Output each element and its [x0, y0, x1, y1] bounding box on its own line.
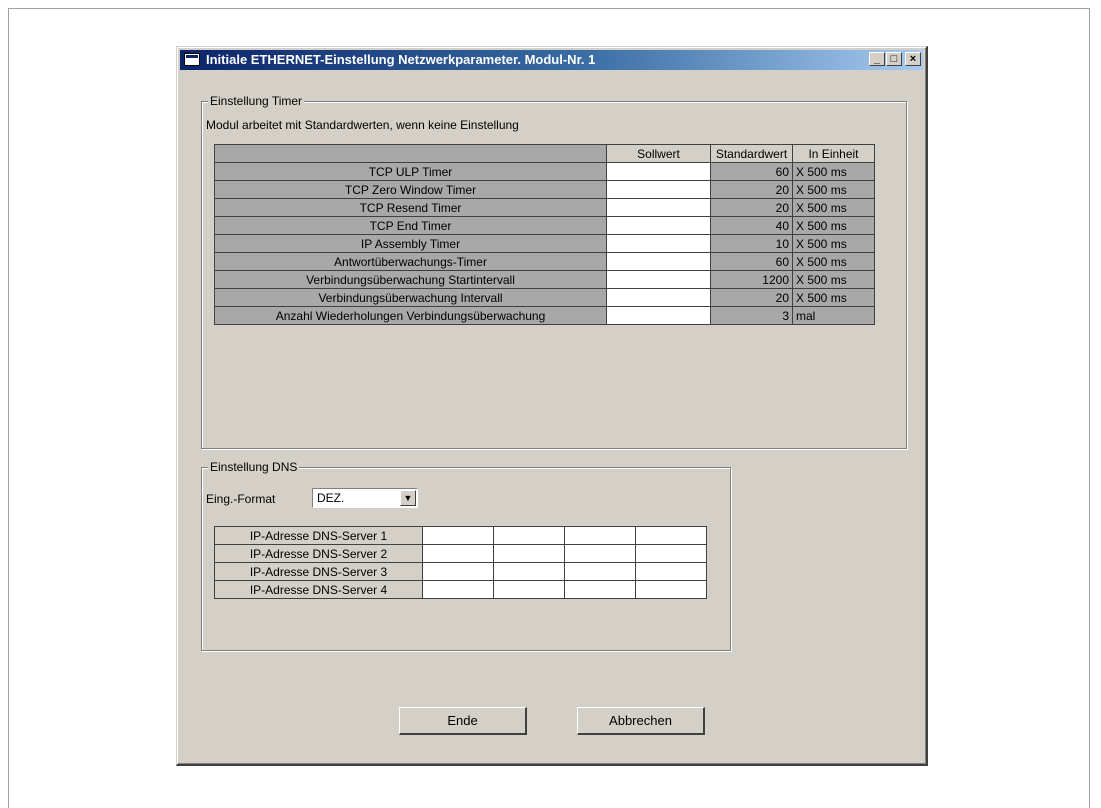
table-row: TCP Zero Window Timer 20 X 500 ms — [214, 180, 875, 199]
dns2-octet-4[interactable] — [635, 544, 707, 563]
end-button[interactable]: Ende — [399, 707, 527, 735]
window-icon — [184, 53, 200, 66]
setpoint-input-tcp-end[interactable] — [606, 216, 711, 235]
unit-value: X 500 ms — [792, 180, 875, 199]
dns2-octet-2[interactable] — [493, 544, 565, 563]
row-label: IP Assembly Timer — [214, 234, 607, 253]
dns4-octet-2[interactable] — [493, 580, 565, 599]
table-row: TCP End Timer 40 X 500 ms — [214, 216, 875, 235]
minimize-button[interactable]: _ — [869, 52, 885, 66]
dns-server-label: IP-Adresse DNS-Server 1 — [214, 526, 423, 545]
input-format-select[interactable]: DEZ. ▼ — [312, 488, 418, 508]
default-value: 20 — [710, 288, 793, 307]
table-row: IP-Adresse DNS-Server 3 — [214, 562, 707, 581]
table-row: IP-Adresse DNS-Server 1 — [214, 526, 707, 545]
table-row: IP Assembly Timer 10 X 500 ms — [214, 234, 875, 253]
input-format-value: DEZ. — [317, 491, 345, 505]
row-label: Verbindungsüberwachung Startintervall — [214, 270, 607, 289]
title-bar[interactable]: Initiale ETHERNET-Einstellung Netzwerkpa… — [180, 50, 923, 70]
default-values-note: Modul arbeitet mit Standardwerten, wenn … — [206, 118, 519, 132]
cancel-button[interactable]: Abbrechen — [577, 707, 705, 735]
dns3-octet-2[interactable] — [493, 562, 565, 581]
row-label: Antwortüberwachungs-Timer — [214, 252, 607, 271]
default-value: 20 — [710, 198, 793, 217]
row-label: TCP End Timer — [214, 216, 607, 235]
default-value: 60 — [710, 162, 793, 181]
timer-groupbox: Einstellung Timer Modul arbeitet mit Sta… — [201, 94, 907, 449]
dns4-octet-4[interactable] — [635, 580, 707, 599]
unit-value: X 500 ms — [792, 270, 875, 289]
table-row: IP-Adresse DNS-Server 2 — [214, 544, 707, 563]
default-value: 60 — [710, 252, 793, 271]
corner-header-cell — [214, 144, 607, 163]
table-row: TCP ULP Timer 60 X 500 ms — [214, 162, 875, 181]
dns1-octet-2[interactable] — [493, 526, 565, 545]
dns2-octet-1[interactable] — [422, 544, 494, 563]
dns4-octet-1[interactable] — [422, 580, 494, 599]
timer-table: Sollwert Standardwert In Einheit TCP ULP… — [214, 144, 875, 325]
unit-value: X 500 ms — [792, 288, 875, 307]
setpoint-input-tcp-resend[interactable] — [606, 198, 711, 217]
input-format-label: Eing.-Format — [206, 492, 276, 506]
chevron-down-icon[interactable]: ▼ — [400, 490, 416, 506]
setpoint-input-tcp-ulp[interactable] — [606, 162, 711, 181]
row-label: TCP ULP Timer — [214, 162, 607, 181]
dns1-octet-1[interactable] — [422, 526, 494, 545]
default-value: 20 — [710, 180, 793, 199]
timer-table-header: Sollwert Standardwert In Einheit — [214, 144, 875, 163]
dns3-octet-3[interactable] — [564, 562, 636, 581]
row-label: Verbindungsüberwachung Intervall — [214, 288, 607, 307]
setpoint-input-ip-assembly[interactable] — [606, 234, 711, 253]
default-value: 10 — [710, 234, 793, 253]
dns4-octet-3[interactable] — [564, 580, 636, 599]
unit-value: X 500 ms — [792, 162, 875, 181]
column-header-setpoint: Sollwert — [606, 144, 711, 163]
close-button[interactable]: × — [905, 52, 921, 66]
timer-group-label: Einstellung Timer — [208, 94, 305, 108]
unit-value: X 500 ms — [792, 252, 875, 271]
table-row: Verbindungsüberwachung Startintervall 12… — [214, 270, 875, 289]
dns-server-table: IP-Adresse DNS-Server 1 IP-Adresse DNS-S… — [214, 526, 707, 599]
unit-value: X 500 ms — [792, 198, 875, 217]
column-header-unit: In Einheit — [792, 144, 875, 163]
dns-server-label: IP-Adresse DNS-Server 4 — [214, 580, 423, 599]
setpoint-input-connection-interval[interactable] — [606, 288, 711, 307]
table-row: IP-Adresse DNS-Server 4 — [214, 580, 707, 599]
dns2-octet-3[interactable] — [564, 544, 636, 563]
dialog-window: Initiale ETHERNET-Einstellung Netzwerkpa… — [176, 46, 928, 766]
row-label: TCP Resend Timer — [214, 198, 607, 217]
table-row: Verbindungsüberwachung Intervall 20 X 50… — [214, 288, 875, 307]
unit-value: X 500 ms — [792, 234, 875, 253]
default-value: 1200 — [710, 270, 793, 289]
window-title: Initiale ETHERNET-Einstellung Netzwerkpa… — [206, 52, 596, 67]
table-row: Antwortüberwachungs-Timer 60 X 500 ms — [214, 252, 875, 271]
row-label: Anzahl Wiederholungen Verbindungsüberwac… — [214, 306, 607, 325]
dns1-octet-3[interactable] — [564, 526, 636, 545]
dns-group-label: Einstellung DNS — [208, 460, 300, 474]
setpoint-input-tcp-zero-window[interactable] — [606, 180, 711, 199]
dns-server-label: IP-Adresse DNS-Server 2 — [214, 544, 423, 563]
dns-server-label: IP-Adresse DNS-Server 3 — [214, 562, 423, 581]
row-label: TCP Zero Window Timer — [214, 180, 607, 199]
unit-value: X 500 ms — [792, 216, 875, 235]
maximize-button[interactable]: □ — [886, 52, 902, 66]
dns-groupbox: Einstellung DNS Eing.-Format DEZ. ▼ IP-A… — [201, 460, 731, 651]
default-value: 3 — [710, 306, 793, 325]
table-row: TCP Resend Timer 20 X 500 ms — [214, 198, 875, 217]
column-header-default: Standardwert — [710, 144, 793, 163]
unit-value: mal — [792, 306, 875, 325]
setpoint-input-connection-start-interval[interactable] — [606, 270, 711, 289]
dns3-octet-4[interactable] — [635, 562, 707, 581]
dns1-octet-4[interactable] — [635, 526, 707, 545]
dns3-octet-1[interactable] — [422, 562, 494, 581]
setpoint-input-response-monitoring[interactable] — [606, 252, 711, 271]
table-row: Anzahl Wiederholungen Verbindungsüberwac… — [214, 306, 875, 325]
default-value: 40 — [710, 216, 793, 235]
setpoint-input-connection-retries[interactable] — [606, 306, 711, 325]
